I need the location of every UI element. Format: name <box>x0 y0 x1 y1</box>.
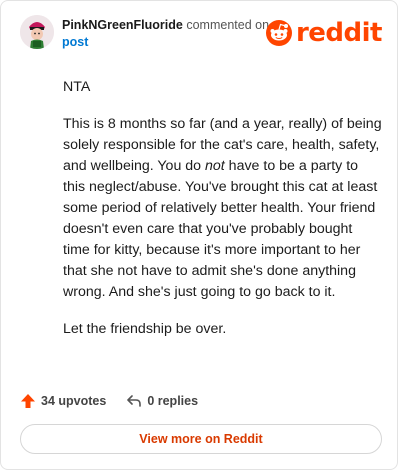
comment-paragraph: This is 8 months so far (and a year, rea… <box>63 114 383 303</box>
comment-header: PinkNGreenFluoride commented on post red… <box>20 15 383 55</box>
upvote-count[interactable]: 34 upvotes <box>20 393 106 409</box>
post-link[interactable]: post <box>62 35 88 49</box>
username-link[interactable]: PinkNGreenFluoride <box>62 18 183 32</box>
avatar-illustration <box>20 15 54 49</box>
reddit-snoo-icon <box>265 20 292 46</box>
arrow-up-icon <box>21 394 35 408</box>
comment-paragraph: NTA <box>63 79 91 95</box>
reply-count[interactable]: 0 replies <box>126 393 198 409</box>
upvotes-label: 34 upvotes <box>41 394 107 408</box>
comment-footer: 34 upvotes 0 replies <box>20 391 218 411</box>
view-more-button[interactable]: View more on Reddit <box>20 424 382 454</box>
reddit-wordmark: reddit <box>295 18 383 48</box>
paragraph-text: have to be a party to this neglect/abuse… <box>63 158 378 300</box>
comment-body: NTA This is 8 months so far (and a year,… <box>63 77 383 356</box>
reddit-logo[interactable]: reddit <box>265 18 383 48</box>
reply-arrow-icon <box>127 395 142 407</box>
comment-paragraph: Let the friendship be over. <box>63 321 227 337</box>
emphasis-text: not <box>205 158 225 174</box>
replies-label: 0 replies <box>147 394 199 408</box>
comment-meta: PinkNGreenFluoride commented on post <box>62 17 282 51</box>
action-text: commented on <box>186 18 270 32</box>
embedded-comment-card: PinkNGreenFluoride commented on post red… <box>0 0 398 470</box>
user-avatar[interactable] <box>20 15 54 49</box>
